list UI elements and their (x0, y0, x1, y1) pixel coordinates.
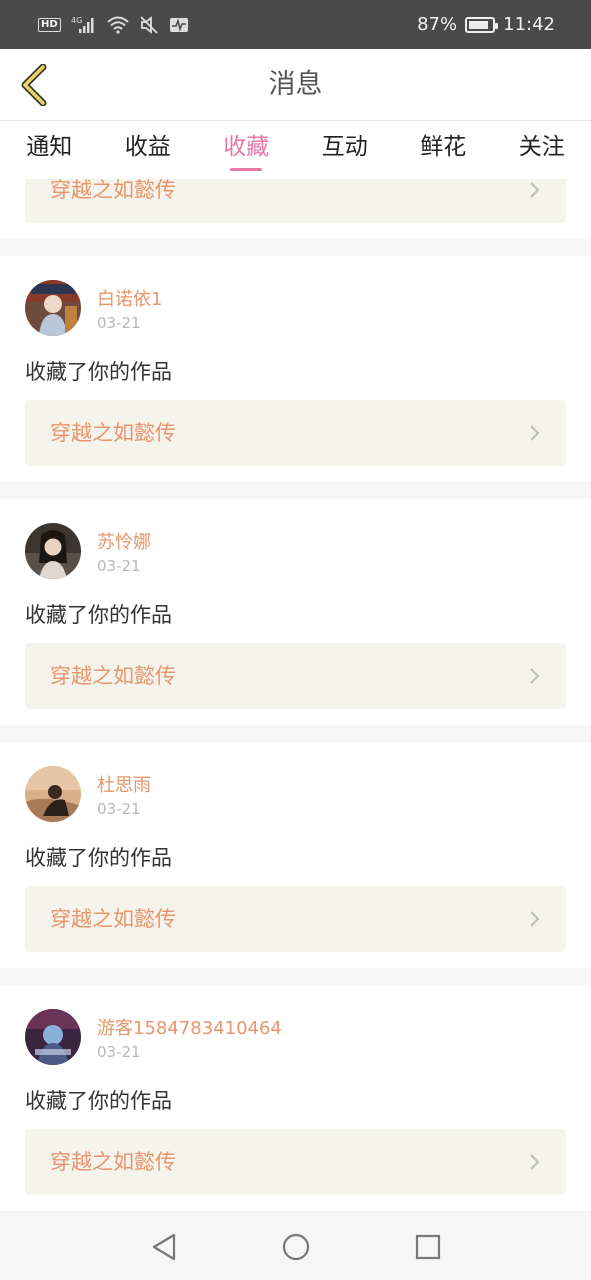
chevron-right-icon (530, 911, 540, 927)
screen: HD 4G 87% 11:42 消息 通知 收益 收藏 互动 鲜花 关注 穿越之… (0, 0, 591, 1280)
chevron-right-icon (530, 425, 540, 441)
tab-label: 收益 (124, 134, 171, 160)
tab-label: 通知 (26, 134, 73, 160)
tab-follows[interactable]: 关注 (493, 121, 591, 179)
list-item: 穿越之如懿传 (0, 179, 591, 239)
list-item: 游客1584783410464 03-21 收藏了你的作品 穿越之如懿传 (0, 985, 591, 1211)
user-name[interactable]: 白诺依1 (97, 285, 162, 311)
tab-label: 关注 (518, 134, 565, 160)
hd-icon: HD (38, 17, 61, 32)
work-title: 穿越之如懿传 (50, 907, 176, 931)
signal-icon: 4G (71, 15, 97, 35)
tab-label: 互动 (321, 134, 368, 160)
avatar[interactable] (25, 280, 81, 336)
work-title: 穿越之如懿传 (50, 421, 176, 445)
action-text: 收藏了你的作品 (25, 603, 172, 627)
avatar[interactable] (25, 523, 81, 579)
tab-favorites[interactable]: 收藏 (197, 121, 296, 179)
work-link[interactable]: 穿越之如懿传 (25, 400, 566, 466)
work-title: 穿越之如懿传 (50, 179, 176, 202)
back-triangle-icon[interactable] (148, 1231, 180, 1263)
list-item: 苏怜娜 03-21 收藏了你的作品 穿越之如懿传 (0, 499, 591, 725)
user-name[interactable]: 游客1584783410464 (97, 1014, 282, 1040)
avatar[interactable] (25, 1009, 81, 1065)
timestamp: 03-21 (97, 557, 141, 575)
work-link[interactable]: 穿越之如懿传 (25, 643, 566, 709)
battery-percent: 87% (417, 14, 458, 35)
action-text: 收藏了你的作品 (25, 360, 172, 384)
clock: 11:42 (503, 14, 555, 35)
user-name[interactable]: 杜思雨 (97, 771, 151, 797)
system-nav-bar (0, 1213, 591, 1280)
work-link[interactable]: 穿越之如懿传 (25, 1129, 566, 1195)
tab-earnings[interactable]: 收益 (99, 121, 198, 179)
message-feed[interactable]: 穿越之如懿传 白诺依1 03-21 收藏了你的作品 穿越之如懿传 苏怜娜 03-… (0, 179, 591, 1213)
network-label: 4G (71, 16, 82, 25)
wifi-icon (107, 16, 129, 34)
chevron-right-icon (530, 1154, 540, 1170)
chevron-right-icon (530, 668, 540, 684)
tab-flowers[interactable]: 鲜花 (394, 121, 493, 179)
header: 消息 (0, 49, 591, 121)
page-title: 消息 (268, 69, 323, 100)
tab-interactions[interactable]: 互动 (296, 121, 395, 179)
timestamp: 03-21 (97, 314, 141, 332)
activity-icon (169, 17, 189, 33)
status-left: HD 4G (38, 15, 189, 35)
battery-fill (469, 20, 489, 29)
recents-square-icon[interactable] (412, 1231, 444, 1263)
action-text: 收藏了你的作品 (25, 1089, 172, 1113)
battery-icon (465, 16, 499, 33)
chevron-right-icon (530, 182, 540, 198)
status-bar: HD 4G 87% 11:42 (0, 0, 591, 49)
avatar[interactable] (25, 766, 81, 822)
user-name[interactable]: 苏怜娜 (97, 528, 151, 554)
status-right: 87% 11:42 (417, 14, 555, 35)
work-link[interactable]: 穿越之如懿传 (25, 179, 566, 223)
work-title: 穿越之如懿传 (50, 1150, 176, 1174)
action-text: 收藏了你的作品 (25, 846, 172, 870)
timestamp: 03-21 (97, 800, 141, 818)
tab-label: 收藏 (223, 134, 270, 160)
home-circle-icon[interactable] (280, 1231, 312, 1263)
work-title: 穿越之如懿传 (50, 664, 176, 688)
tab-underline (230, 168, 263, 171)
tab-notifications[interactable]: 通知 (0, 121, 99, 179)
work-link[interactable]: 穿越之如懿传 (25, 886, 566, 952)
tab-bar: 通知 收益 收藏 互动 鲜花 关注 (0, 121, 591, 179)
mute-icon (139, 15, 159, 34)
timestamp: 03-21 (97, 1043, 141, 1061)
list-item: 杜思雨 03-21 收藏了你的作品 穿越之如懿传 (0, 742, 591, 968)
tab-label: 鲜花 (420, 134, 467, 160)
list-item: 白诺依1 03-21 收藏了你的作品 穿越之如懿传 (0, 256, 591, 482)
